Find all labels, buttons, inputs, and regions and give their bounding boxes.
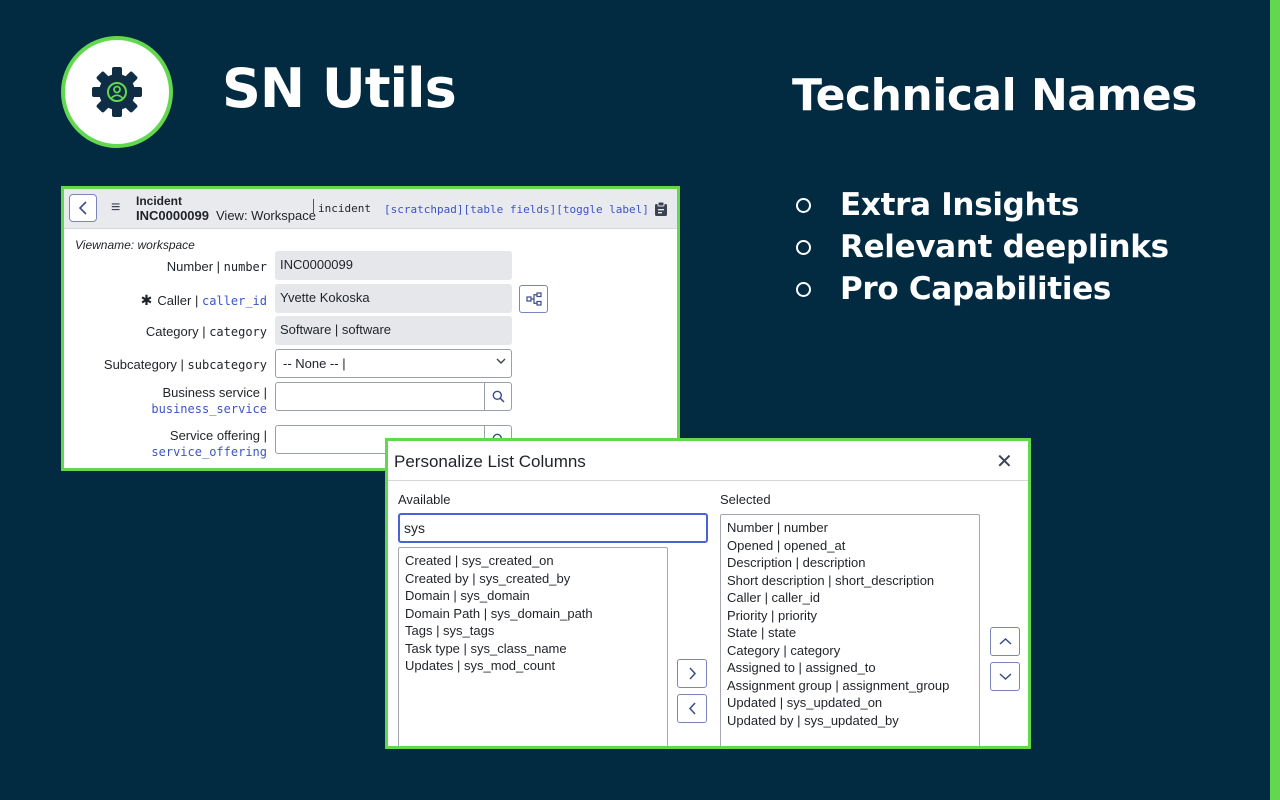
feature-title: Technical Names <box>792 70 1197 121</box>
list-item[interactable]: Category | category <box>727 642 979 660</box>
list-item[interactable]: Number | number <box>727 519 979 537</box>
technical-name-link[interactable]: caller_id <box>202 294 267 308</box>
dialog-divider <box>388 480 1028 481</box>
list-item[interactable]: Domain Path | sys_domain_path <box>405 605 667 623</box>
field-row-caller: ✱ Caller | caller_id Yvette Kokoska <box>64 284 677 314</box>
scratchpad-link[interactable]: [scratchpad] <box>384 203 463 216</box>
technical-name-link[interactable]: business_service <box>151 402 267 416</box>
list-item[interactable]: Assigned to | assigned_to <box>727 659 979 677</box>
field-label: Service offering | service_offering <box>151 428 267 459</box>
back-button[interactable] <box>69 194 97 222</box>
close-icon[interactable]: ✕ <box>996 451 1013 473</box>
technical-name: number <box>223 260 267 274</box>
caller-field[interactable]: Yvette Kokoska <box>275 284 512 313</box>
list-item[interactable]: Tags | sys_tags <box>405 622 667 640</box>
list-item[interactable]: Priority | priority <box>727 607 979 625</box>
available-search-input[interactable] <box>398 513 708 543</box>
field-row-business-service: Business service | business_service <box>64 382 677 418</box>
bullet-circle-icon <box>796 197 811 213</box>
bullet-item: Pro Capabilities <box>792 268 1169 310</box>
gear-user-icon <box>92 67 142 117</box>
search-icon <box>492 390 505 403</box>
chevron-down-icon <box>496 358 506 364</box>
list-item[interactable]: Updated | sys_updated_on <box>727 694 979 712</box>
chevron-left-icon <box>78 201 87 215</box>
available-columns-list[interactable]: Created | sys_created_on Created by | sy… <box>398 547 668 746</box>
bullet-item: Relevant deeplinks <box>792 226 1169 268</box>
record-number: INC0000099 <box>136 208 209 223</box>
form-header: ≡ Incident INC0000099 View: Workspace in… <box>64 189 677 229</box>
list-item[interactable]: Task type | sys_class_name <box>405 640 667 658</box>
field-label: Number | number <box>166 259 267 274</box>
selected-label: Selected <box>720 492 771 507</box>
chevron-down-icon <box>998 673 1012 681</box>
viewname-label: Viewname: workspace <box>75 238 195 252</box>
sn-utils-logo <box>61 36 173 148</box>
list-item[interactable]: State | state <box>727 624 979 642</box>
list-item[interactable]: Short description | short_description <box>727 572 979 590</box>
personalize-list-columns-dialog: Personalize List Columns ✕ Available Sel… <box>385 438 1031 749</box>
chevron-up-icon <box>998 637 1012 645</box>
bullet-circle-icon <box>796 281 811 297</box>
lookup-button[interactable] <box>484 382 512 411</box>
clipboard-icon[interactable] <box>654 201 668 217</box>
technical-name-link[interactable]: service_offering <box>151 445 267 459</box>
category-field[interactable]: Software | software <box>275 316 512 345</box>
list-item[interactable]: Assignment group | assignment_group <box>727 677 979 695</box>
record-type: Incident <box>136 194 183 208</box>
toggle-label-link[interactable]: [toggle label] <box>556 203 649 216</box>
move-up-button[interactable] <box>990 627 1020 656</box>
selected-columns-list[interactable]: Number | number Opened | opened_at Descr… <box>720 514 980 746</box>
field-label: Business service | business_service <box>151 385 267 416</box>
hamburger-menu-icon[interactable]: ≡ <box>111 198 120 218</box>
field-row-category: Category | category Software | software <box>64 316 677 346</box>
subcategory-select[interactable]: -- None -- | <box>275 349 512 378</box>
table-name: incident <box>313 199 371 215</box>
list-item[interactable]: Created by | sys_created_by <box>405 570 667 588</box>
feature-bullets: Extra Insights Relevant deeplinks Pro Ca… <box>792 184 1169 310</box>
list-item[interactable]: Updates | sys_mod_count <box>405 657 667 675</box>
move-down-button[interactable] <box>990 662 1020 691</box>
incident-form-panel: ≡ Incident INC0000099 View: Workspace in… <box>61 186 680 471</box>
brand-title: SN Utils <box>222 57 457 120</box>
number-field[interactable]: INC0000099 <box>275 251 512 280</box>
remove-column-button[interactable] <box>677 694 707 723</box>
technical-name: subcategory <box>187 358 267 372</box>
chevron-right-icon <box>688 667 696 680</box>
table-fields-link[interactable]: [table fields] <box>463 203 556 216</box>
list-item[interactable]: Updated by | sys_updated_by <box>727 712 979 730</box>
accent-edge-bar <box>1270 0 1280 800</box>
chevron-left-icon <box>688 702 696 715</box>
field-label: Subcategory | subcategory <box>103 357 267 372</box>
dependency-tree-button[interactable] <box>519 285 548 313</box>
available-label: Available <box>398 492 451 507</box>
header-links: [scratchpad][table fields][toggle label] <box>384 203 649 217</box>
required-star-icon: ✱ <box>140 292 153 308</box>
business-service-input[interactable] <box>275 382 485 411</box>
field-label: ✱ Caller | caller_id <box>140 292 267 308</box>
add-column-button[interactable] <box>677 659 707 688</box>
list-item[interactable]: Domain | sys_domain <box>405 587 667 605</box>
bullet-circle-icon <box>796 239 811 255</box>
view-name: View: Workspace <box>216 208 316 223</box>
dialog-title: Personalize List Columns <box>394 452 586 471</box>
list-item[interactable]: Created | sys_created_on <box>405 552 667 570</box>
bullet-item: Extra Insights <box>792 184 1169 226</box>
tree-graph-icon <box>525 292 542 306</box>
field-label: Category | category <box>145 324 267 339</box>
list-item[interactable]: Opened | opened_at <box>727 537 979 555</box>
list-item[interactable]: Description | description <box>727 554 979 572</box>
list-item[interactable]: Caller | caller_id <box>727 589 979 607</box>
technical-name: category <box>209 325 267 339</box>
field-row-subcategory: Subcategory | subcategory -- None -- | <box>64 349 677 379</box>
field-row-number: Number | number INC0000099 <box>64 251 677 281</box>
